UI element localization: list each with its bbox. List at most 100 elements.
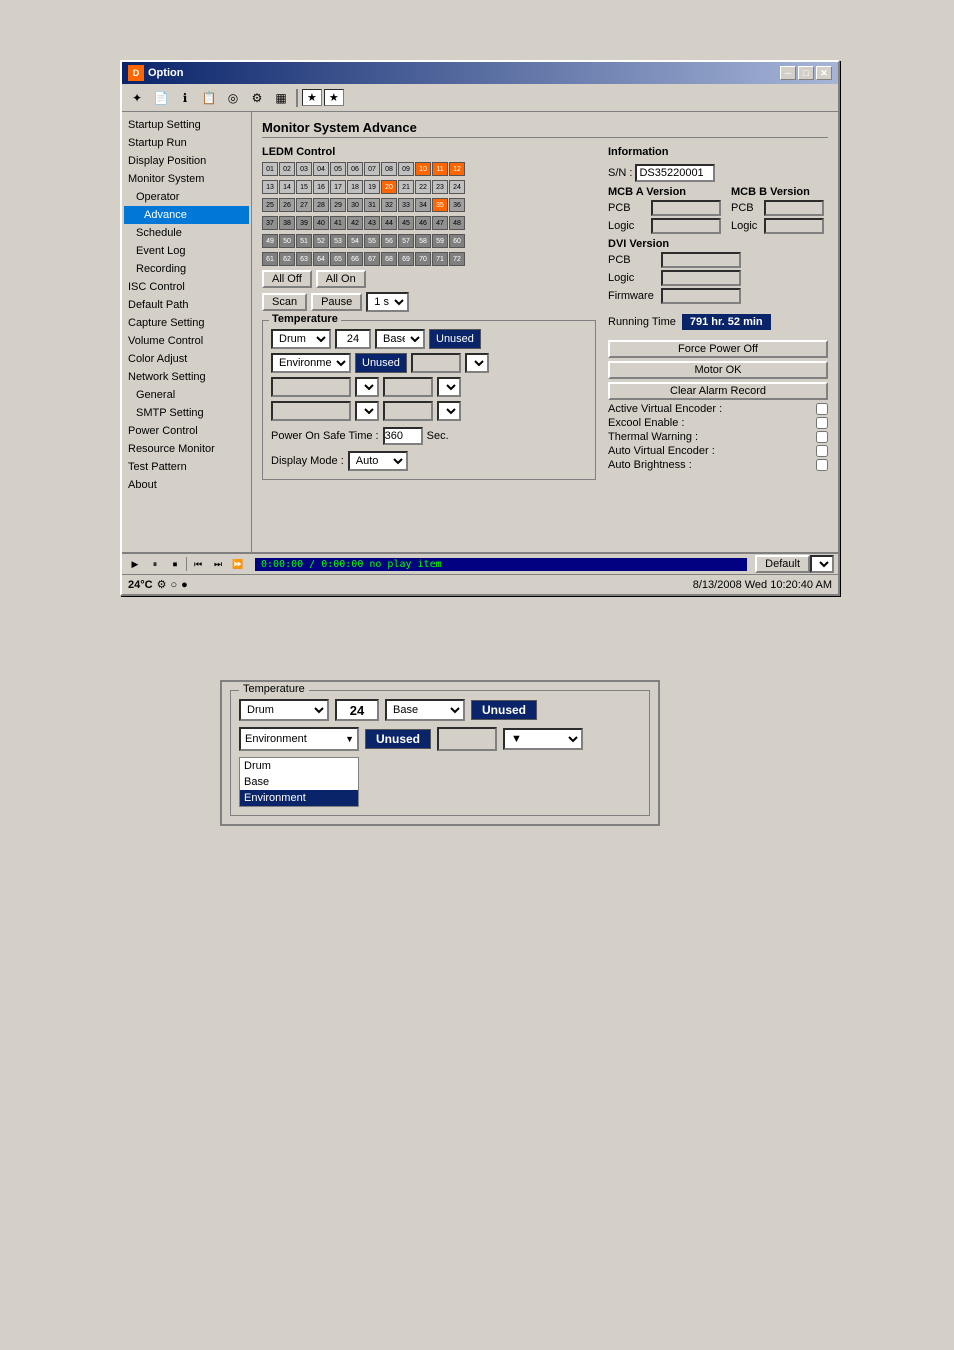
sidebar-item-advance[interactable]: Advance: [124, 206, 249, 224]
led-67[interactable]: 67: [364, 252, 380, 266]
led-60[interactable]: 60: [449, 234, 465, 248]
led-47[interactable]: 47: [432, 216, 448, 230]
sidebar-item-operator[interactable]: Operator: [124, 188, 249, 206]
status-select[interactable]: ▼: [810, 555, 834, 573]
interval-select[interactable]: 1 s 2 s 5 s: [366, 292, 409, 312]
sidebar-item-monitor-system[interactable]: Monitor System: [124, 170, 249, 188]
led-11[interactable]: 11: [432, 162, 448, 176]
sidebar-item-power-control[interactable]: Power Control: [124, 422, 249, 440]
sidebar-item-default-path[interactable]: Default Path: [124, 296, 249, 314]
led-17[interactable]: 17: [330, 180, 346, 194]
close-button[interactable]: ✕: [816, 66, 832, 80]
sidebar-item-about[interactable]: About: [124, 476, 249, 494]
led-46[interactable]: 46: [415, 216, 431, 230]
led-49[interactable]: 49: [262, 234, 278, 248]
led-35[interactable]: 35: [432, 198, 448, 212]
sidebar-item-display-position[interactable]: Display Position: [124, 152, 249, 170]
led-41[interactable]: 41: [330, 216, 346, 230]
toolbar-settings-button[interactable]: ⚙: [246, 87, 268, 109]
sidebar-item-startup-setting[interactable]: Startup Setting: [124, 116, 249, 134]
led-31[interactable]: 31: [364, 198, 380, 212]
sensor4-dropdown2[interactable]: ▼: [437, 377, 461, 397]
led-13[interactable]: 13: [262, 180, 278, 194]
led-12[interactable]: 12: [449, 162, 465, 176]
led-32[interactable]: 32: [381, 198, 397, 212]
sidebar-item-recording[interactable]: Recording: [124, 260, 249, 278]
all-on-button[interactable]: All On: [316, 270, 366, 288]
sidebar-item-schedule[interactable]: Schedule: [124, 224, 249, 242]
led-06[interactable]: 06: [347, 162, 363, 176]
led-04[interactable]: 04: [313, 162, 329, 176]
sensor2-select[interactable]: Base Drum Environment: [375, 329, 425, 349]
led-14[interactable]: 14: [279, 180, 295, 194]
zoom-sensor1-select[interactable]: Drum Base Environment: [239, 699, 329, 721]
led-40[interactable]: 40: [313, 216, 329, 230]
led-33[interactable]: 33: [398, 198, 414, 212]
led-15[interactable]: 15: [296, 180, 312, 194]
led-16[interactable]: 16: [313, 180, 329, 194]
auto-brightness-checkbox[interactable]: [816, 459, 828, 471]
zoom-sensor2-select[interactable]: Base Drum Environment: [385, 699, 465, 721]
led-69[interactable]: 69: [398, 252, 414, 266]
all-off-button[interactable]: All Off: [262, 270, 312, 288]
sidebar-item-general[interactable]: General: [124, 386, 249, 404]
led-72[interactable]: 72: [449, 252, 465, 266]
led-70[interactable]: 70: [415, 252, 431, 266]
led-44[interactable]: 44: [381, 216, 397, 230]
sidebar-item-smtp-setting[interactable]: SMTP Setting: [124, 404, 249, 422]
led-51[interactable]: 51: [296, 234, 312, 248]
led-34[interactable]: 34: [415, 198, 431, 212]
led-62[interactable]: 62: [279, 252, 295, 266]
led-66[interactable]: 66: [347, 252, 363, 266]
led-42[interactable]: 42: [347, 216, 363, 230]
toolbar-star1-button[interactable]: ★: [302, 89, 322, 106]
sensor4-dropdown1[interactable]: ▼: [355, 377, 379, 397]
toolbar-star2-button[interactable]: ★: [324, 89, 344, 106]
led-29[interactable]: 29: [330, 198, 346, 212]
pause-button[interactable]: Pause: [311, 293, 362, 311]
led-10[interactable]: 10: [415, 162, 431, 176]
led-57[interactable]: 57: [398, 234, 414, 248]
minimize-button[interactable]: ─: [780, 66, 796, 80]
led-28[interactable]: 28: [313, 198, 329, 212]
led-43[interactable]: 43: [364, 216, 380, 230]
led-08[interactable]: 08: [381, 162, 397, 176]
led-23[interactable]: 23: [432, 180, 448, 194]
toolbar-document2-button[interactable]: 📋: [198, 87, 220, 109]
toolbar-document-button[interactable]: 📄: [150, 87, 172, 109]
sidebar-item-color-adjust[interactable]: Color Adjust: [124, 350, 249, 368]
thermal-warning-checkbox[interactable]: [816, 431, 828, 443]
led-56[interactable]: 56: [381, 234, 397, 248]
led-53[interactable]: 53: [330, 234, 346, 248]
led-71[interactable]: 71: [432, 252, 448, 266]
auto-virtual-encoder-checkbox[interactable]: [816, 445, 828, 457]
led-52[interactable]: 52: [313, 234, 329, 248]
motor-ok-button[interactable]: Motor OK: [608, 361, 828, 379]
led-22[interactable]: 22: [415, 180, 431, 194]
toolbar-star-button[interactable]: ✦: [126, 87, 148, 109]
led-21[interactable]: 21: [398, 180, 414, 194]
led-30[interactable]: 30: [347, 198, 363, 212]
toolbar-circle-button[interactable]: ◎: [222, 87, 244, 109]
sensor5-dropdown2[interactable]: ▼: [437, 401, 461, 421]
led-19[interactable]: 19: [364, 180, 380, 194]
sidebar-item-isc-control[interactable]: ISC Control: [124, 278, 249, 296]
led-65[interactable]: 65: [330, 252, 346, 266]
led-59[interactable]: 59: [432, 234, 448, 248]
led-48[interactable]: 48: [449, 216, 465, 230]
sidebar-item-event-log[interactable]: Event Log: [124, 242, 249, 260]
sensor3-select[interactable]: Environment Drum Base: [271, 353, 351, 373]
sensor5-dropdown1[interactable]: ▼: [355, 401, 379, 421]
led-36[interactable]: 36: [449, 198, 465, 212]
led-38[interactable]: 38: [279, 216, 295, 230]
excool-enable-checkbox[interactable]: [816, 417, 828, 429]
sensor1-select[interactable]: Drum Base Environment: [271, 329, 331, 349]
stop-button[interactable]: ⏹: [166, 555, 184, 573]
led-55[interactable]: 55: [364, 234, 380, 248]
led-64[interactable]: 64: [313, 252, 329, 266]
led-27[interactable]: 27: [296, 198, 312, 212]
zoom-env-dropdown[interactable]: ▼: [503, 728, 583, 750]
led-25[interactable]: 25: [262, 198, 278, 212]
toolbar-info-button[interactable]: ℹ: [174, 87, 196, 109]
led-05[interactable]: 05: [330, 162, 346, 176]
